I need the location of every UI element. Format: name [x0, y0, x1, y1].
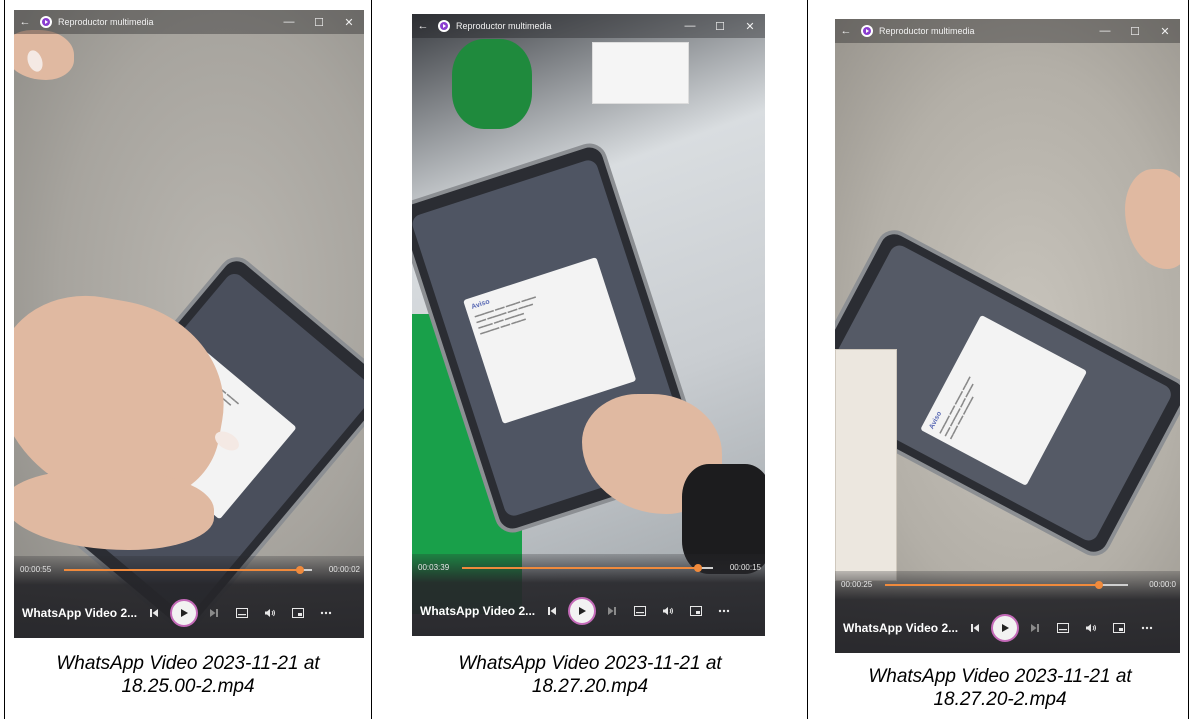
- media-player-window-3: Aviso ▬▬▬▬ ▬▬ ▬▬▬ ▬▬▬ ▬▬ ▬▬▬▬ ▬▬ ▬▬▬ ▬▬▬ ▬…: [835, 19, 1180, 653]
- volume-icon[interactable]: [1077, 614, 1105, 642]
- caption-line2: 18.27.20.mp4: [531, 676, 649, 697]
- white-box: [592, 42, 689, 104]
- skip-next-icon[interactable]: [1021, 614, 1049, 642]
- more-icon[interactable]: [710, 597, 738, 625]
- play-icon: [579, 607, 586, 615]
- media-player-window-1: Aviso ▬▬▬▬ ▬▬ ▬▬▬ ▬▬▬▬▬ ▬▬▬▬ ▬▬ ▬▬▬▬▬▬ ▬…: [14, 10, 364, 638]
- seek-progress: [462, 567, 698, 569]
- seek-bar: 00:00:55 00:00:02: [14, 556, 364, 582]
- miniplayer-icon[interactable]: [682, 597, 710, 625]
- video-title: WhatsApp Video 2...: [843, 621, 959, 635]
- more-icon[interactable]: [312, 599, 340, 627]
- minimize-button[interactable]: —: [675, 20, 705, 32]
- skip-next-icon[interactable]: [598, 597, 626, 625]
- back-icon[interactable]: ←: [835, 25, 857, 37]
- window-title: Reproductor multimedia: [58, 17, 154, 27]
- seek-track[interactable]: [462, 564, 713, 572]
- window-title: Reproductor multimedia: [456, 21, 552, 31]
- skip-previous-icon[interactable]: [538, 597, 566, 625]
- title-bar: ← Reproductor multimedia — ☐ ✕: [412, 14, 765, 38]
- caption-line2: 18.27.20-2.mp4: [933, 689, 1067, 710]
- maximize-button[interactable]: ☐: [1120, 25, 1150, 38]
- id-card: [835, 349, 897, 581]
- seek-track[interactable]: [64, 566, 312, 574]
- playback-controls: 00:00:25 00:00:0 WhatsApp Video 2...: [835, 571, 1180, 653]
- remaining-time: 00:00:15: [729, 563, 761, 572]
- caption-1: WhatsApp Video 2023-11-21 at 18.25.00-2.…: [10, 652, 366, 698]
- volume-icon[interactable]: [256, 599, 284, 627]
- table-border-right: [1188, 0, 1189, 719]
- seek-progress: [64, 569, 300, 571]
- minimize-button[interactable]: —: [274, 16, 304, 28]
- maximize-button[interactable]: ☐: [705, 20, 735, 33]
- control-bar: WhatsApp Video 2...: [835, 603, 1180, 653]
- elapsed-time: 00:00:25: [841, 580, 873, 589]
- caption-line1: WhatsApp Video 2023-11-21 at: [868, 666, 1132, 687]
- caption-2: WhatsApp Video 2023-11-21 at 18.27.20.mp…: [376, 652, 804, 698]
- elapsed-time: 00:00:55: [20, 565, 52, 574]
- caption-line2: 18.25.00-2.mp4: [121, 676, 255, 697]
- playback-controls: 00:00:55 00:00:02 WhatsApp Video 2...: [14, 556, 364, 638]
- seek-bar: 00:03:39 00:00:15: [412, 554, 765, 580]
- miniplayer-icon[interactable]: [284, 599, 312, 627]
- media-player-logo-icon: [40, 16, 52, 28]
- seek-progress: [885, 584, 1099, 586]
- remaining-time: 00:00:02: [328, 565, 360, 574]
- miniplayer-icon[interactable]: [1105, 614, 1133, 642]
- remaining-time: 00:00:0: [1149, 580, 1176, 589]
- play-icon: [1002, 624, 1009, 632]
- subtitles-icon[interactable]: [1049, 614, 1077, 642]
- play-button[interactable]: [568, 597, 596, 625]
- table-divider-2: [807, 0, 808, 719]
- media-player-window-2: Aviso ▬▬▬▬ ▬▬ ▬▬▬ ▬▬▬ ▬▬ ▬▬▬▬ ▬▬ ▬▬▬ ▬▬▬ ▬…: [412, 14, 765, 636]
- subtitles-icon[interactable]: [228, 599, 256, 627]
- table-divider-1: [371, 0, 372, 719]
- title-bar: ← Reproductor multimedia — ☐ ✕: [14, 10, 364, 34]
- elapsed-time: 00:03:39: [418, 563, 450, 572]
- window-title: Reproductor multimedia: [879, 26, 975, 36]
- more-icon[interactable]: [1133, 614, 1161, 642]
- video-title: WhatsApp Video 2...: [420, 604, 536, 618]
- close-button[interactable]: ✕: [334, 16, 364, 29]
- seek-track[interactable]: [885, 581, 1128, 589]
- volume-icon[interactable]: [654, 597, 682, 625]
- play-button[interactable]: [170, 599, 198, 627]
- subtitles-icon[interactable]: [626, 597, 654, 625]
- green-cap: [452, 39, 532, 129]
- caption-3: WhatsApp Video 2023-11-21 at 18.27.20-2.…: [812, 665, 1188, 711]
- maximize-button[interactable]: ☐: [304, 16, 334, 29]
- table-border-left: [4, 0, 5, 719]
- seek-handle[interactable]: [693, 564, 702, 572]
- hand-fingers-top: [14, 30, 74, 80]
- control-bar: WhatsApp Video 2...: [412, 586, 765, 636]
- hand-fingers-lower: [14, 470, 214, 550]
- skip-previous-icon[interactable]: [961, 614, 989, 642]
- media-player-logo-icon: [438, 20, 450, 32]
- play-button[interactable]: [991, 614, 1019, 642]
- title-bar: ← Reproductor multimedia — ☐ ✕: [835, 19, 1180, 43]
- alert-dialog: Aviso ▬▬▬▬ ▬▬ ▬▬▬ ▬▬▬▬▬ ▬▬▬▬ ▬▬ ▬▬▬▬▬▬ ▬…: [920, 314, 1088, 486]
- seek-handle[interactable]: [1094, 581, 1103, 589]
- skip-previous-icon[interactable]: [140, 599, 168, 627]
- back-icon[interactable]: ←: [14, 16, 36, 28]
- playback-controls: 00:03:39 00:00:15 WhatsApp Video 2...: [412, 554, 765, 636]
- video-title: WhatsApp Video 2...: [22, 606, 138, 620]
- media-player-logo-icon: [861, 25, 873, 37]
- hand-top-right: [1125, 169, 1180, 269]
- seek-handle[interactable]: [295, 566, 304, 574]
- minimize-button[interactable]: —: [1090, 25, 1120, 37]
- skip-next-icon[interactable]: [200, 599, 228, 627]
- caption-line1: WhatsApp Video 2023-11-21 at: [458, 653, 722, 674]
- close-button[interactable]: ✕: [735, 20, 765, 33]
- back-icon[interactable]: ←: [412, 20, 434, 32]
- play-icon: [181, 609, 188, 617]
- caption-line1: WhatsApp Video 2023-11-21 at: [56, 653, 320, 674]
- seek-bar: 00:00:25 00:00:0: [835, 571, 1180, 597]
- control-bar: WhatsApp Video 2...: [14, 588, 364, 638]
- close-button[interactable]: ✕: [1150, 25, 1180, 38]
